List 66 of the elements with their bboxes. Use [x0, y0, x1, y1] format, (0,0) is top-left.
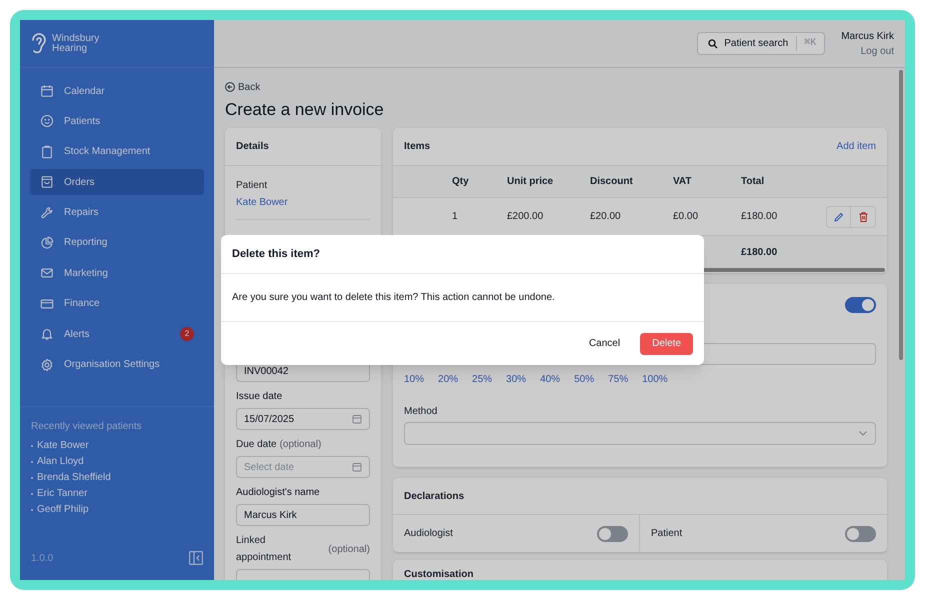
percentage-link[interactable]: 25%	[472, 372, 492, 387]
column-header: Unit price	[507, 175, 554, 189]
nav-item[interactable]: Calendar	[30, 78, 204, 104]
nav-item[interactable]: Marketing	[30, 260, 204, 286]
percentage-link[interactable]: 40%	[540, 372, 560, 387]
add-item-link[interactable]: Add item	[836, 139, 876, 154]
column-header: Total	[741, 175, 766, 189]
nav-item[interactable]: Reporting	[30, 230, 204, 256]
nav-item[interactable]: Patients	[30, 108, 204, 134]
optional-hint: (optional)	[328, 542, 370, 556]
patient-search-button[interactable]: Patient search ⌘K	[697, 32, 826, 55]
optional-hint: (optional)	[280, 438, 322, 452]
log-out-link[interactable]: Log out	[860, 44, 894, 58]
recent-patient-link[interactable]: Eric Tanner	[37, 486, 88, 502]
card-title: Customisation	[404, 569, 474, 580]
section-heading: Recently viewed patients	[31, 420, 143, 434]
patient-link[interactable]: Kate Bower	[236, 195, 370, 210]
recent-patient-link[interactable]: Kate Bower	[37, 438, 89, 454]
recent-patient-link[interactable]: Alan Lloyd	[37, 454, 84, 470]
field-label: Patient	[236, 179, 268, 193]
delete-button[interactable]: Delete	[640, 332, 693, 354]
percentage-link[interactable]: 75%	[608, 372, 628, 387]
card-title: Details	[225, 128, 381, 166]
brand-name: Windsbury Hearing	[52, 34, 100, 54]
nav-item[interactable]: Stock Management	[30, 138, 204, 165]
percentage-link[interactable]: 10%	[404, 372, 424, 387]
recent-patient-link[interactable]: Brenda Sheffield	[37, 470, 111, 486]
user-name: Marcus Kirk	[841, 30, 894, 44]
nav-item[interactable]: Orders	[30, 169, 204, 196]
input-field[interactable]: Marcus Kirk	[236, 504, 370, 526]
field-label: Method	[404, 405, 438, 419]
percentage-link[interactable]: 30%	[506, 372, 526, 387]
table-cell-text: 1	[452, 210, 459, 224]
nav-item[interactable]: Finance	[30, 290, 204, 317]
column-header: VAT	[673, 175, 693, 189]
toggle-label: Patient	[651, 527, 682, 541]
cancel-button[interactable]: Cancel	[584, 336, 624, 351]
percentage-link[interactable]: 20%	[438, 372, 458, 387]
nav-item[interactable]: Repairs	[30, 200, 204, 226]
back-link[interactable]: Back	[225, 80, 260, 94]
field-label: Due date	[236, 438, 277, 452]
total-cell-text: £180.00	[741, 246, 778, 260]
field-label: Issue date	[236, 390, 282, 404]
count-badge: 2	[180, 327, 194, 342]
field-label: Linked appointment	[236, 534, 292, 565]
column-header: Discount	[590, 175, 634, 189]
dialog-message: Are you sure you want to delete this item? This action cannot be undone.	[221, 274, 704, 322]
table-cell-text: £0.00	[673, 210, 700, 224]
date-field[interactable]: 15/07/2025	[236, 408, 370, 430]
table-cell-text: £20.00	[590, 210, 622, 224]
table-cell-text: £200.00	[507, 210, 544, 224]
card-title: Items	[404, 140, 430, 154]
percentage-link[interactable]: 50%	[574, 372, 594, 387]
percentage-link[interactable]: 100%	[642, 372, 668, 387]
card-title: Declarations	[393, 478, 887, 515]
column-header: Qty	[452, 175, 470, 189]
nav-item[interactable]: Alerts 2	[30, 321, 204, 348]
date-field[interactable]: Select date	[236, 456, 370, 478]
page-title: Create a new invoice	[225, 100, 385, 120]
field-label: Audiologist's name	[236, 486, 320, 500]
table-cell-text: £180.00	[741, 210, 778, 224]
version-label: 1.0.0	[31, 552, 54, 566]
toggle-label: Audiologist	[404, 527, 453, 541]
dialog-title: Delete this item?	[221, 235, 704, 274]
nav-item[interactable]: Organisation Settings	[30, 352, 204, 378]
recent-patient-link[interactable]: Geoff Philip	[37, 502, 89, 518]
